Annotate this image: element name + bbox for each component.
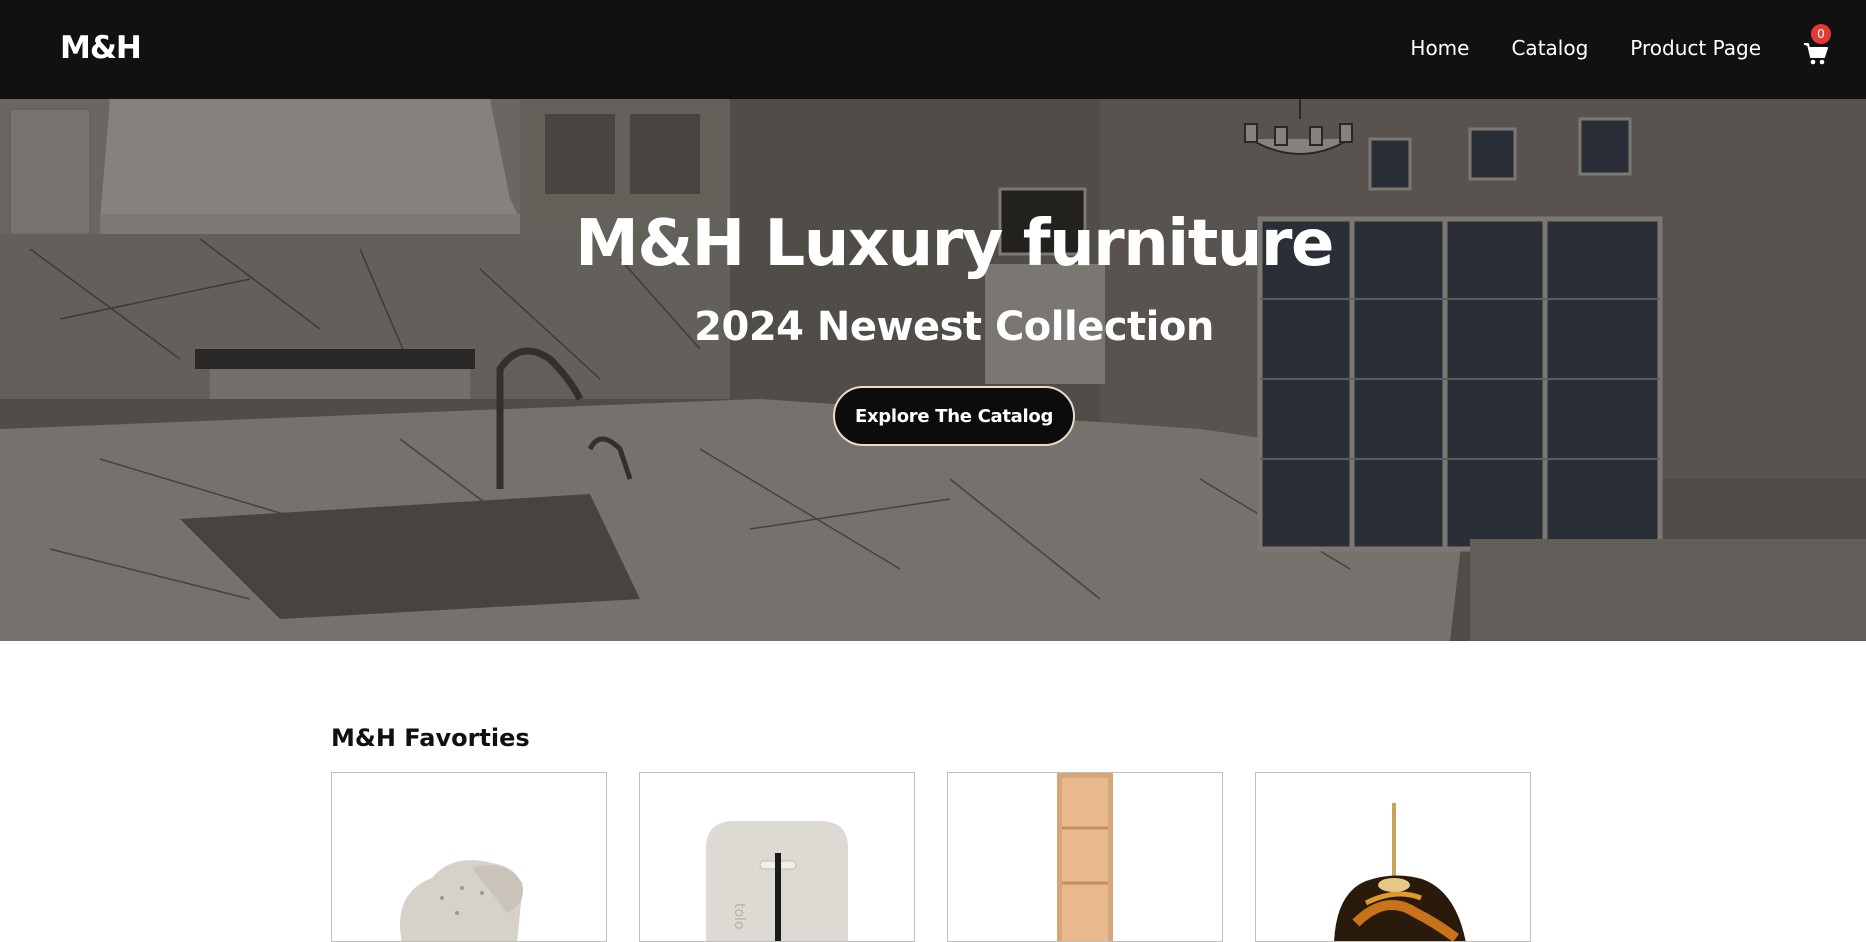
navbar: M&H Home Catalog Product Page 0 xyxy=(0,0,1866,99)
favorites-section-title: M&H Favorties xyxy=(331,724,530,752)
cart-icon[interactable] xyxy=(1803,42,1829,66)
nav-link-product-page[interactable]: Product Page xyxy=(1630,36,1761,60)
nav-link-catalog[interactable]: Catalog xyxy=(1511,36,1588,60)
product-card[interactable] xyxy=(1255,772,1531,942)
hero-title: M&H Luxury furniture xyxy=(575,207,1334,281)
nav-links: Home Catalog Product Page xyxy=(1410,36,1761,60)
product-card[interactable]: tolo xyxy=(639,772,915,942)
product-card[interactable] xyxy=(331,772,607,942)
product-card[interactable] xyxy=(947,772,1223,942)
svg-text:tolo: tolo xyxy=(731,903,747,930)
bookshelf-image xyxy=(1057,773,1113,941)
cart-count-badge: 0 xyxy=(1811,24,1831,44)
hero-subtitle: 2024 Newest Collection xyxy=(694,304,1214,350)
nav-link-home[interactable]: Home xyxy=(1410,36,1469,60)
brand-logo[interactable]: M&H xyxy=(60,30,142,66)
explore-catalog-button[interactable]: Explore The Catalog xyxy=(833,386,1075,446)
pendant-light-image xyxy=(1334,803,1466,941)
lamp-image: tolo xyxy=(706,821,848,941)
armchair-image xyxy=(400,860,523,941)
hero-banner: M&H Luxury furniture 2024 Newest Collect… xyxy=(0,99,1866,641)
hero-dark-overlay xyxy=(0,99,1866,641)
